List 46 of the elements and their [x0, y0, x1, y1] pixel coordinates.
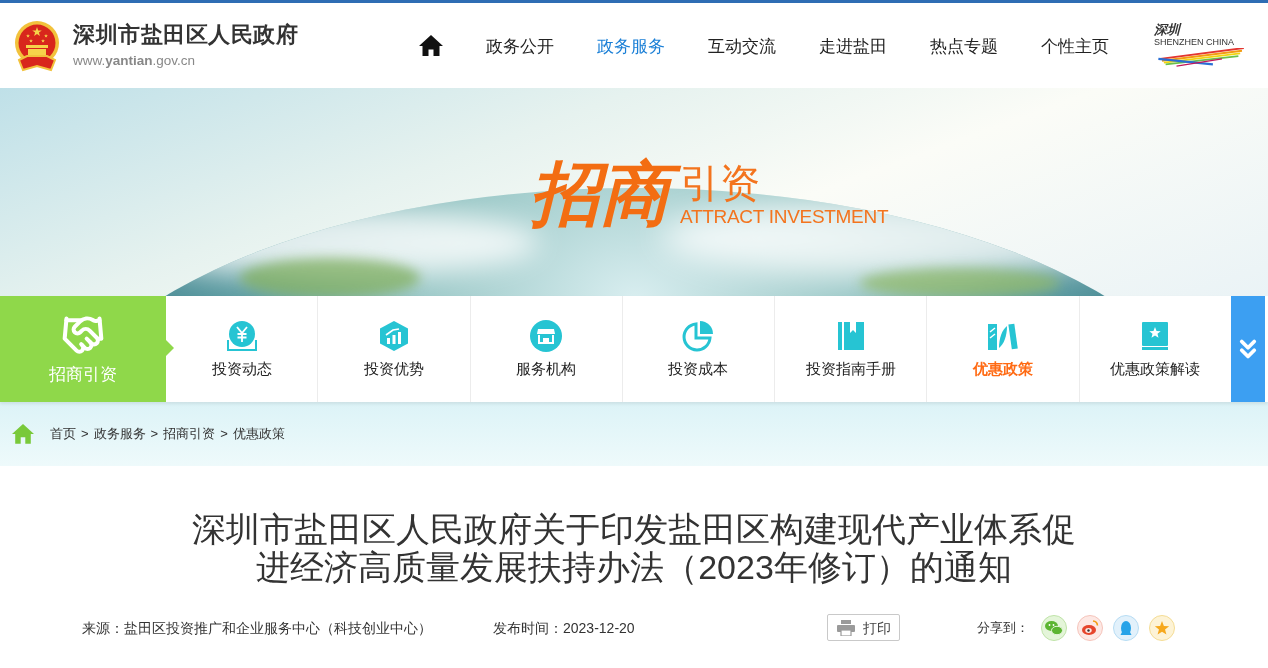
home-icon[interactable]: [419, 34, 443, 57]
nav-link[interactable]: 热点专题: [930, 35, 998, 56]
coin-icon: [225, 320, 258, 352]
breadcrumb-link[interactable]: 招商引资: [163, 426, 216, 442]
article-title: 深圳市盐田区人民政府关于印发盐田区构建现代产业体系促进经济高质量发展扶持办法（2023年修订）的通知: [191, 510, 1077, 586]
penguin-icon[interactable]: [1113, 614, 1139, 641]
nav-link[interactable]: 政务服务: [597, 35, 665, 56]
section-tab[interactable]: 投资优势: [317, 296, 470, 402]
section-tab[interactable]: 服务机构: [469, 296, 622, 402]
breadcrumb-separator: >: [81, 426, 89, 442]
logo-text: SHENZHEN CHINA: [1154, 37, 1235, 48]
nav-link[interactable]: 个性主页: [1041, 35, 1109, 56]
handshake-icon: [61, 313, 105, 357]
expand-button[interactable]: [1230, 296, 1265, 402]
section-tab[interactable]: 优惠政策解读: [1078, 296, 1231, 402]
pie-chart-icon: [682, 320, 715, 352]
publish-date: 发布时间：2023-12-20: [493, 618, 636, 637]
books-icon: [988, 322, 1019, 350]
printer-icon: [836, 619, 855, 636]
star-book-icon: [1142, 322, 1169, 350]
eye-swirl-icon[interactable]: [1077, 614, 1103, 641]
section-tab[interactable]: 投资成本: [621, 296, 775, 402]
breadcrumb-separator: >: [150, 426, 159, 442]
section-tab[interactable]: 投资指南手册: [774, 296, 927, 402]
site-title: 深圳市盐田区人民政府: [73, 21, 298, 48]
breadcrumb-link[interactable]: 政务服务: [93, 426, 146, 442]
banner-english-title: ATTRACT INVESTMENT: [680, 206, 889, 227]
source-text: 来源：盐田区投资推广和企业服务中心（科技创业中心）: [82, 618, 433, 637]
emblem-icon: [13, 19, 61, 72]
breadcrumb-separator: >: [220, 426, 228, 442]
site-url: www.yantian.gov.cn: [73, 51, 197, 70]
speech-bubbles-icon[interactable]: [1041, 614, 1067, 641]
book-icon: [837, 322, 864, 350]
banner-subtitle: 引资: [680, 161, 761, 205]
section-heading: 招商引资: [49, 365, 117, 385]
store-icon: [530, 320, 563, 352]
breadcrumb-link[interactable]: 首页: [50, 426, 76, 442]
breadcrumb-link[interactable]: 优惠政策: [232, 426, 285, 442]
nav-link[interactable]: 互动交流: [708, 35, 776, 56]
print-button[interactable]: 打印: [827, 614, 900, 641]
nav-link[interactable]: 走进盐田: [819, 35, 887, 56]
logo-text: 深圳: [1154, 23, 1183, 37]
chart-hexagon-icon: [379, 321, 408, 351]
section-tab[interactable]: 投资动态: [166, 296, 318, 402]
share-label: 分享到：: [977, 618, 1029, 637]
nav-link[interactable]: 政务公开: [486, 35, 554, 56]
